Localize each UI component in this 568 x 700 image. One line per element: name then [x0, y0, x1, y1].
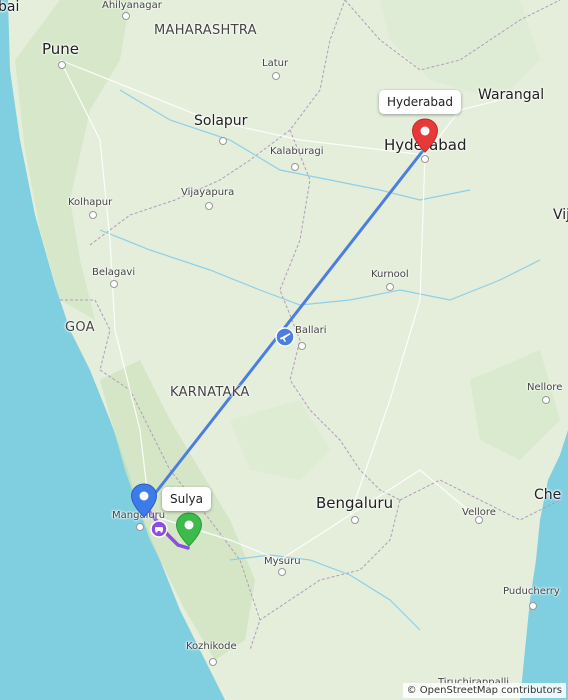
nellore-dot [542, 396, 550, 404]
city-label-kolhapur: Kolhapur [68, 197, 113, 208]
city-label-pune: Pune [42, 40, 80, 58]
edge-label-vij: Vij [553, 207, 568, 223]
edge-label-che: Che [534, 487, 562, 503]
city-label-mysuru: Mysuru [264, 556, 301, 567]
map-attribution[interactable]: © OpenStreetMap contributors [402, 683, 566, 698]
car-icon [150, 520, 168, 538]
origin-callout[interactable]: Sulya [162, 487, 212, 511]
solapur-dot [219, 137, 227, 145]
city-label-vellore: Vellore [462, 507, 496, 518]
ballari-dot [298, 342, 306, 350]
city-label-warangal: Warangal [478, 87, 545, 103]
vijayapura-dot [205, 202, 213, 210]
mysuru-dot [278, 568, 286, 576]
edge-label-bai: bai [0, 0, 20, 15]
city-label-ahilyanagar: Ahilyanagar [102, 0, 162, 11]
kurnool-dot [386, 283, 394, 291]
map-canvas[interactable]: bai Ahilyanagar MAHARASHTRA Pune Latur W… [0, 0, 568, 700]
bengaluru-dot [351, 516, 359, 524]
waypoint-map-pin-icon[interactable] [175, 512, 203, 548]
kalaburagi-dot [291, 163, 299, 171]
kolhapur-dot [89, 211, 97, 219]
ahilyanagar-dot [122, 12, 130, 20]
latur-dot [272, 72, 280, 80]
city-label-nellore: Nellore [527, 382, 563, 393]
hyderabad-dot [421, 155, 429, 163]
city-label-ballari: Ballari [295, 325, 327, 336]
map-base [0, 0, 568, 700]
mangaluru-dot [136, 523, 144, 531]
city-label-latur: Latur [262, 58, 289, 69]
city-label-belagavi: Belagavi [92, 267, 136, 278]
city-label-vijayapura: Vijayapura [181, 187, 235, 198]
puducherry-dot [529, 602, 537, 610]
city-label-kozhikode: Kozhikode [186, 641, 237, 652]
city-label-kurnool: Kurnool [371, 269, 409, 280]
city-label-solapur: Solapur [194, 113, 248, 129]
state-label-karnataka: KARNATAKA [170, 385, 250, 400]
city-label-kalaburagi: Kalaburagi [270, 146, 324, 157]
origin-map-pin-icon[interactable] [130, 483, 158, 519]
state-label-goa: GOA [65, 320, 95, 335]
state-label-maharashtra: MAHARASHTRA [154, 23, 257, 38]
city-label-puducherry: Puducherry [503, 586, 560, 597]
destination-callout[interactable]: Hyderabad [379, 90, 461, 114]
city-label-bengaluru: Bengaluru [316, 494, 394, 512]
bay-of-bengal [520, 430, 568, 700]
airplane-icon [275, 327, 295, 347]
pune-dot [58, 61, 66, 69]
belagavi-dot [110, 280, 118, 288]
kozhikode-dot [209, 658, 217, 666]
destination-map-pin-icon[interactable] [411, 118, 439, 154]
